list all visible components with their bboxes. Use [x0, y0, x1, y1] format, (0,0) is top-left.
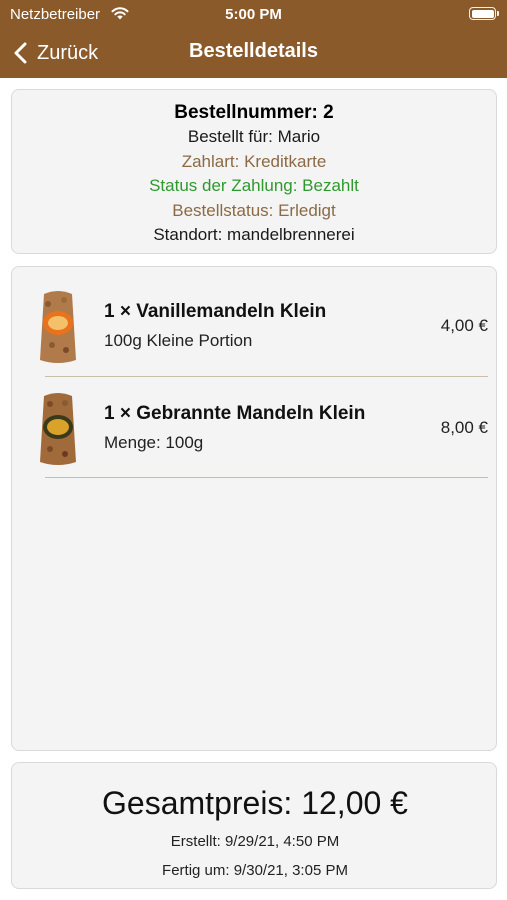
item-price: 4,00 €: [440, 316, 488, 335]
divider: [45, 477, 488, 478]
order-info-card: Bestellnummer: 2 Bestellt für: Mario Zah…: [11, 89, 497, 254]
payment-method: Zahlart: Kreditkarte: [181, 151, 327, 171]
list-item[interactable]: 1 × Gebrannte Mandeln Klein Menge: 100g …: [12, 378, 498, 479]
location: Standort: mandelbrennerei: [153, 225, 355, 244]
navigation-bar: Netzbetreiber 5:00 PM Zurück Bestelldeta…: [0, 0, 507, 78]
order-summary-card: Gesamtpreis: 12,00 € Erstellt: 9/29/21, …: [11, 762, 497, 889]
ordered-for: Bestellt für: Mario: [187, 127, 321, 146]
status-bar: Netzbetreiber 5:00 PM: [0, 0, 507, 28]
item-description: Menge: 100g: [104, 433, 204, 452]
battery-icon: [469, 7, 499, 20]
item-price: 8,00 €: [440, 418, 488, 437]
item-description: 100g Kleine Portion: [104, 331, 253, 350]
total-price: Gesamtpreis: 12,00 €: [102, 785, 408, 821]
almond-bag-orange-image: [40, 291, 76, 363]
payment-status: Status der Zahlung: Bezahlt: [149, 176, 359, 195]
order-status: Bestellstatus: Erledigt: [172, 200, 336, 220]
created-timestamp: Erstellt: 9/29/21, 4:50 PM: [170, 833, 340, 850]
divider: [45, 376, 488, 377]
list-item[interactable]: 1 × Vanillemandeln Klein 100g Kleine Por…: [12, 276, 498, 377]
order-items-card: 1 × Vanillemandeln Klein 100g Kleine Por…: [11, 266, 497, 751]
item-name: 1 × Vanillemandeln Klein: [104, 301, 327, 322]
finished-timestamp: Fertig um: 9/30/21, 3:05 PM: [162, 862, 348, 879]
page-title: Bestelldetails: [189, 40, 318, 62]
almond-bag-gold-image: [40, 393, 76, 465]
item-name: 1 × Gebrannte Mandeln Klein: [104, 403, 366, 424]
clock: 5:00 PM: [225, 6, 282, 23]
order-number: Bestellnummer: 2: [174, 102, 334, 123]
